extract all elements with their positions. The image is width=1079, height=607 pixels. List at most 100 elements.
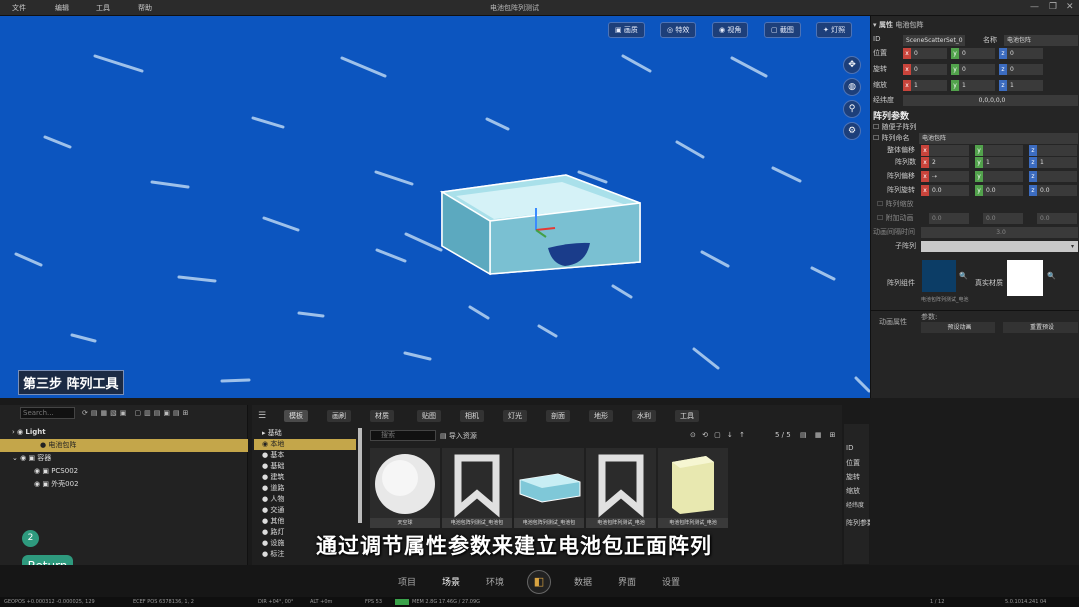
asset-scrollbar[interactable] [358,428,362,523]
category-item[interactable]: ● 建筑 [254,472,356,483]
tab-brush[interactable]: 画刷 [327,410,351,422]
tab-templates[interactable]: 模板 [284,410,308,422]
search-icon[interactable]: 🔍 [959,272,968,283]
reset-preset-button[interactable]: 重置预设 [1003,322,1078,333]
outliner-toolbar[interactable]: ⟳▤▦▧▣ ▢▥▤▣▤⊞ [82,409,191,417]
anim-delay-field[interactable]: 3.0 [921,227,1078,238]
extra-y-field[interactable]: 0.0 [983,213,1023,224]
asset-search-input[interactable]: 搜索 [370,430,436,441]
scene-canvas[interactable] [0,16,870,398]
rot-y-field[interactable]: 0 [959,64,995,75]
array-name-checkbox[interactable]: ☐ 阵列命名 [873,133,910,144]
nav-interface[interactable]: 界面 [618,575,636,588]
asset-toolbar[interactable]: ⊙ ⟲ ▢ ↓ ↑ [690,431,747,439]
pos-x-field[interactable]: 0 [911,48,947,59]
home-logo-icon[interactable]: ◧ [527,570,551,594]
child-array-select[interactable]: ▾ [921,241,1078,252]
nav-data[interactable]: 数据 [574,575,592,588]
category-item-selected[interactable]: ◉ 本地 [254,439,356,450]
arot-y-field[interactable]: 0.0 [983,185,1023,196]
menu-help[interactable]: 帮助 [138,3,152,13]
effects-button[interactable]: ◎ 特效 [660,22,697,38]
count-y-field[interactable]: 1 [983,157,1023,168]
rot-x-field[interactable]: 0 [911,64,947,75]
quality-button[interactable]: ▣ 画质 [608,22,645,38]
pos-y-field[interactable]: 0 [959,48,995,59]
category-item[interactable]: ● 人物 [254,494,356,505]
array-scale-checkbox[interactable]: ☐ 阵列缩放 [877,199,914,210]
extra-z-field[interactable]: 0.0 [1037,213,1077,224]
category-item[interactable]: ● 基础 [254,461,356,472]
view-button[interactable]: ◉ 视角 [712,22,749,38]
screenshot-button[interactable]: ▢ 截图 [764,22,801,38]
sub-array-checkbox[interactable]: ☐ 随便子阵列 [873,122,917,133]
3d-viewport[interactable]: ▣ 画质 ◎ 特效 ◉ 视角 ▢ 截图 ✦ 灯照 ✥ ◍ ⚲ ⚙ [0,16,870,398]
tab-camera[interactable]: 相机 [460,410,484,422]
tree-row-shell[interactable]: ◉ ▣ 外壳002 [0,478,248,491]
material-thumbnail[interactable] [1007,260,1043,296]
lnglat-field[interactable]: 0,0,0,0,0 [903,95,1078,106]
aoffset-x-field[interactable]: ⇢ [929,171,969,182]
search-icon[interactable]: 🔍 [1047,272,1056,283]
eye-icon[interactable]: ◉ [0,480,40,488]
name-field[interactable]: 电池包阵 [1004,35,1078,46]
tree-row-container[interactable]: ⌄ ◉ ▣ 容器 [0,452,248,465]
outliner-search-input[interactable]: Search... [20,407,75,419]
asset-bookmark-1[interactable] [442,448,512,518]
eye-icon[interactable]: ◉ [17,428,23,436]
menu-tools[interactable]: 工具 [96,3,110,13]
asset-thumbnail[interactable] [922,260,956,292]
maximize-icon[interactable]: ❐ [1049,2,1057,12]
tab-tools[interactable]: 工具 [675,410,699,422]
array-name-field[interactable]: 电池包阵 [919,133,1078,144]
lighting-button[interactable]: ✦ 灯照 [816,22,853,38]
asset-sky-sphere[interactable] [370,448,440,518]
nav-project[interactable]: 项目 [398,575,416,588]
category-item[interactable]: ● 其他 [254,516,356,527]
asset-cell[interactable] [658,448,728,518]
extra-anim-checkbox[interactable]: ☐ 附加动画 [877,213,914,224]
category-item[interactable]: ▸ 基础 [254,428,356,439]
tab-texture[interactable]: 贴图 [417,410,441,422]
aoffset-z-field[interactable] [1037,171,1077,182]
category-item[interactable]: ● 道路 [254,483,356,494]
asset-bookmark-2[interactable] [586,448,656,518]
arot-z-field[interactable]: 0.0 [1037,185,1077,196]
id-field[interactable]: SceneScatterSet_0 [903,35,965,46]
offset-z-field[interactable] [1037,145,1077,156]
settings-icon[interactable]: ⚙ [843,122,861,140]
eye-icon[interactable]: ◉ [20,454,26,462]
chevron-down-icon[interactable]: ⌄ [0,454,18,462]
extra-x-field[interactable]: 0.0 [929,213,969,224]
tab-water[interactable]: 水利 [632,410,656,422]
pos-z-field[interactable]: 0 [1007,48,1043,59]
walk-icon[interactable]: ⚲ [843,100,861,118]
nav-scene[interactable]: 场景 [442,575,460,588]
offset-y-field[interactable] [983,145,1023,156]
menu-edit[interactable]: 编辑 [55,3,69,13]
rot-z-field[interactable]: 0 [1007,64,1043,75]
tree-row-pcs[interactable]: ◉ ▣ PCS002 [0,465,248,478]
globe-icon[interactable]: ◍ [843,78,861,96]
aoffset-y-field[interactable] [983,171,1023,182]
scale-y-field[interactable]: 1 [959,80,995,91]
category-item[interactable]: ● 交通 [254,505,356,516]
menu-file[interactable]: 文件 [12,3,26,13]
minimize-icon[interactable]: — [1030,2,1039,12]
scale-x-field[interactable]: 1 [911,80,947,91]
chevron-right-icon[interactable]: › [0,428,15,436]
preset-anim-button[interactable]: 预设动画 [921,322,995,333]
tab-terrain[interactable]: 地形 [589,410,613,422]
tab-material[interactable]: 材质 [370,410,394,422]
tab-section[interactable]: 剖面 [546,410,570,422]
offset-x-field[interactable] [929,145,969,156]
view-mode-icons[interactable]: ▤ ▦ ⊞ [800,431,839,439]
menu-icon[interactable]: ☰ [258,411,266,421]
close-icon[interactable]: ✕ [1066,2,1074,12]
scale-z-field[interactable]: 1 [1007,80,1043,91]
count-x-field[interactable]: 2 [929,157,969,168]
import-button[interactable]: ▤ 导入资源 [440,431,477,441]
tree-row-light[interactable]: › ◉ Light [0,426,248,439]
category-item[interactable]: ● 基本 [254,450,356,461]
tab-light[interactable]: 灯光 [503,410,527,422]
